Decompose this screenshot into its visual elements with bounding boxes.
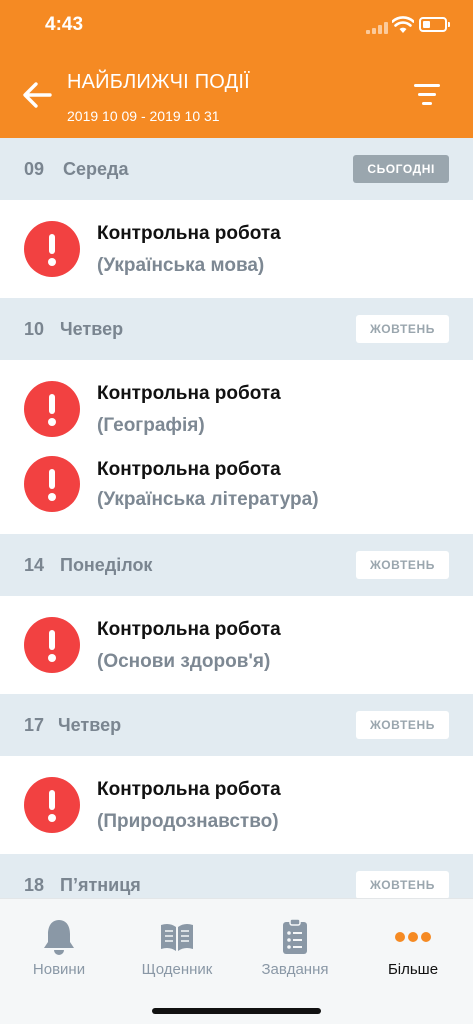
tab-label: Завдання [261, 961, 329, 978]
book-icon [161, 923, 193, 951]
month-badge: ЖОВТЕНЬ [355, 871, 449, 898]
events-list[interactable]: 09 Середа СЬОГОДНІ Контрольна робота (Ук… [0, 138, 473, 898]
day-name: Понеділок [60, 555, 153, 575]
event-item[interactable]: Контрольна робота (Українська література… [0, 436, 473, 534]
back-arrow-icon[interactable] [20, 78, 54, 112]
battery-icon [419, 17, 450, 32]
event-title: Контрольна робота [97, 383, 281, 404]
tab-label: Новини [32, 961, 86, 978]
event-subject: (Природознавство) [97, 811, 279, 832]
event-item[interactable]: Контрольна робота (Основи здоров'я) [0, 596, 473, 694]
alert-icon [24, 381, 80, 437]
event-item[interactable]: Контрольна робота (Географія) [0, 360, 473, 437]
day-name: П’ятниця [60, 875, 141, 895]
month-badge: ЖОВТЕНЬ [355, 711, 449, 739]
day-header: 18 П’ятниця ЖОВТЕНЬ [0, 854, 473, 898]
event-item[interactable]: Контрольна робота (Природознавство) [0, 756, 473, 854]
day-events: Контрольна робота (Основи здоров'я) [0, 596, 473, 694]
day-name: Четвер [58, 715, 122, 735]
page-title: НАЙБЛИЖЧІ ПОДІЇ [67, 71, 250, 93]
tab-label: Щоденник [141, 961, 213, 978]
event-subject: (Основи здоров'я) [97, 651, 271, 672]
event-title: Контрольна робота [97, 619, 281, 640]
day-events: Контрольна робота (Природознавство) [0, 756, 473, 854]
cellular-signal-icon [366, 22, 388, 34]
clipboard-icon [283, 918, 307, 954]
day-name: Четвер [60, 319, 124, 339]
day-name: Середа [63, 159, 129, 179]
status-time: 4:43 [45, 14, 84, 35]
alert-icon [24, 456, 80, 512]
day-header: 14 Понеділок ЖОВТЕНЬ [0, 534, 473, 596]
filter-icon[interactable] [412, 82, 444, 108]
bottom-tab-bar: Новини Щоденник Завдання Більше [0, 898, 473, 1024]
day-number: 09 [24, 159, 45, 179]
day-events: Контрольна робота (Географія) Контрольна… [0, 360, 473, 534]
status-bar: 4:43 [0, 0, 473, 52]
month-badge: ЖОВТЕНЬ [355, 551, 449, 579]
day-number: 18 [24, 875, 45, 895]
event-subject: (Географія) [97, 415, 205, 436]
day-header: 10 Четвер ЖОВТЕНЬ [0, 298, 473, 360]
alert-icon [24, 221, 80, 277]
tab-more[interactable]: Більше [354, 899, 472, 999]
tab-news[interactable]: Новини [0, 899, 118, 999]
alert-icon [24, 777, 80, 833]
app-header: 4:43 НАЙБЛИЖЧІ ПОДІЇ 2019 10 09 - 2019 1… [0, 0, 473, 138]
event-item[interactable]: Контрольна робота (Українська мова) [0, 200, 473, 298]
day-header: 09 Середа СЬОГОДНІ [0, 138, 473, 200]
day-events: Контрольна робота (Українська мова) [0, 200, 473, 298]
day-number: 10 [24, 319, 45, 339]
alert-icon [24, 617, 80, 673]
tab-tasks[interactable]: Завдання [236, 899, 354, 999]
today-badge: СЬОГОДНІ [353, 155, 449, 183]
event-title: Контрольна робота [97, 779, 281, 800]
event-subject: (Українська мова) [97, 255, 265, 276]
event-title: Контрольна робота [97, 223, 281, 244]
tab-label: Більше [387, 961, 439, 978]
month-badge: ЖОВТЕНЬ [355, 315, 449, 343]
bell-icon [44, 920, 74, 955]
day-number: 17 [24, 715, 45, 735]
event-title: Контрольна робота [97, 459, 281, 480]
date-range: 2019 10 09 - 2019 10 31 [67, 108, 220, 124]
day-number: 14 [24, 555, 45, 575]
day-header: 17 Четвер ЖОВТЕНЬ [0, 694, 473, 756]
tab-diary[interactable]: Щоденник [118, 899, 236, 999]
more-dots-icon [395, 932, 431, 942]
event-subject: (Українська література) [97, 489, 319, 510]
home-indicator [152, 1008, 321, 1014]
wifi-icon [392, 16, 414, 33]
